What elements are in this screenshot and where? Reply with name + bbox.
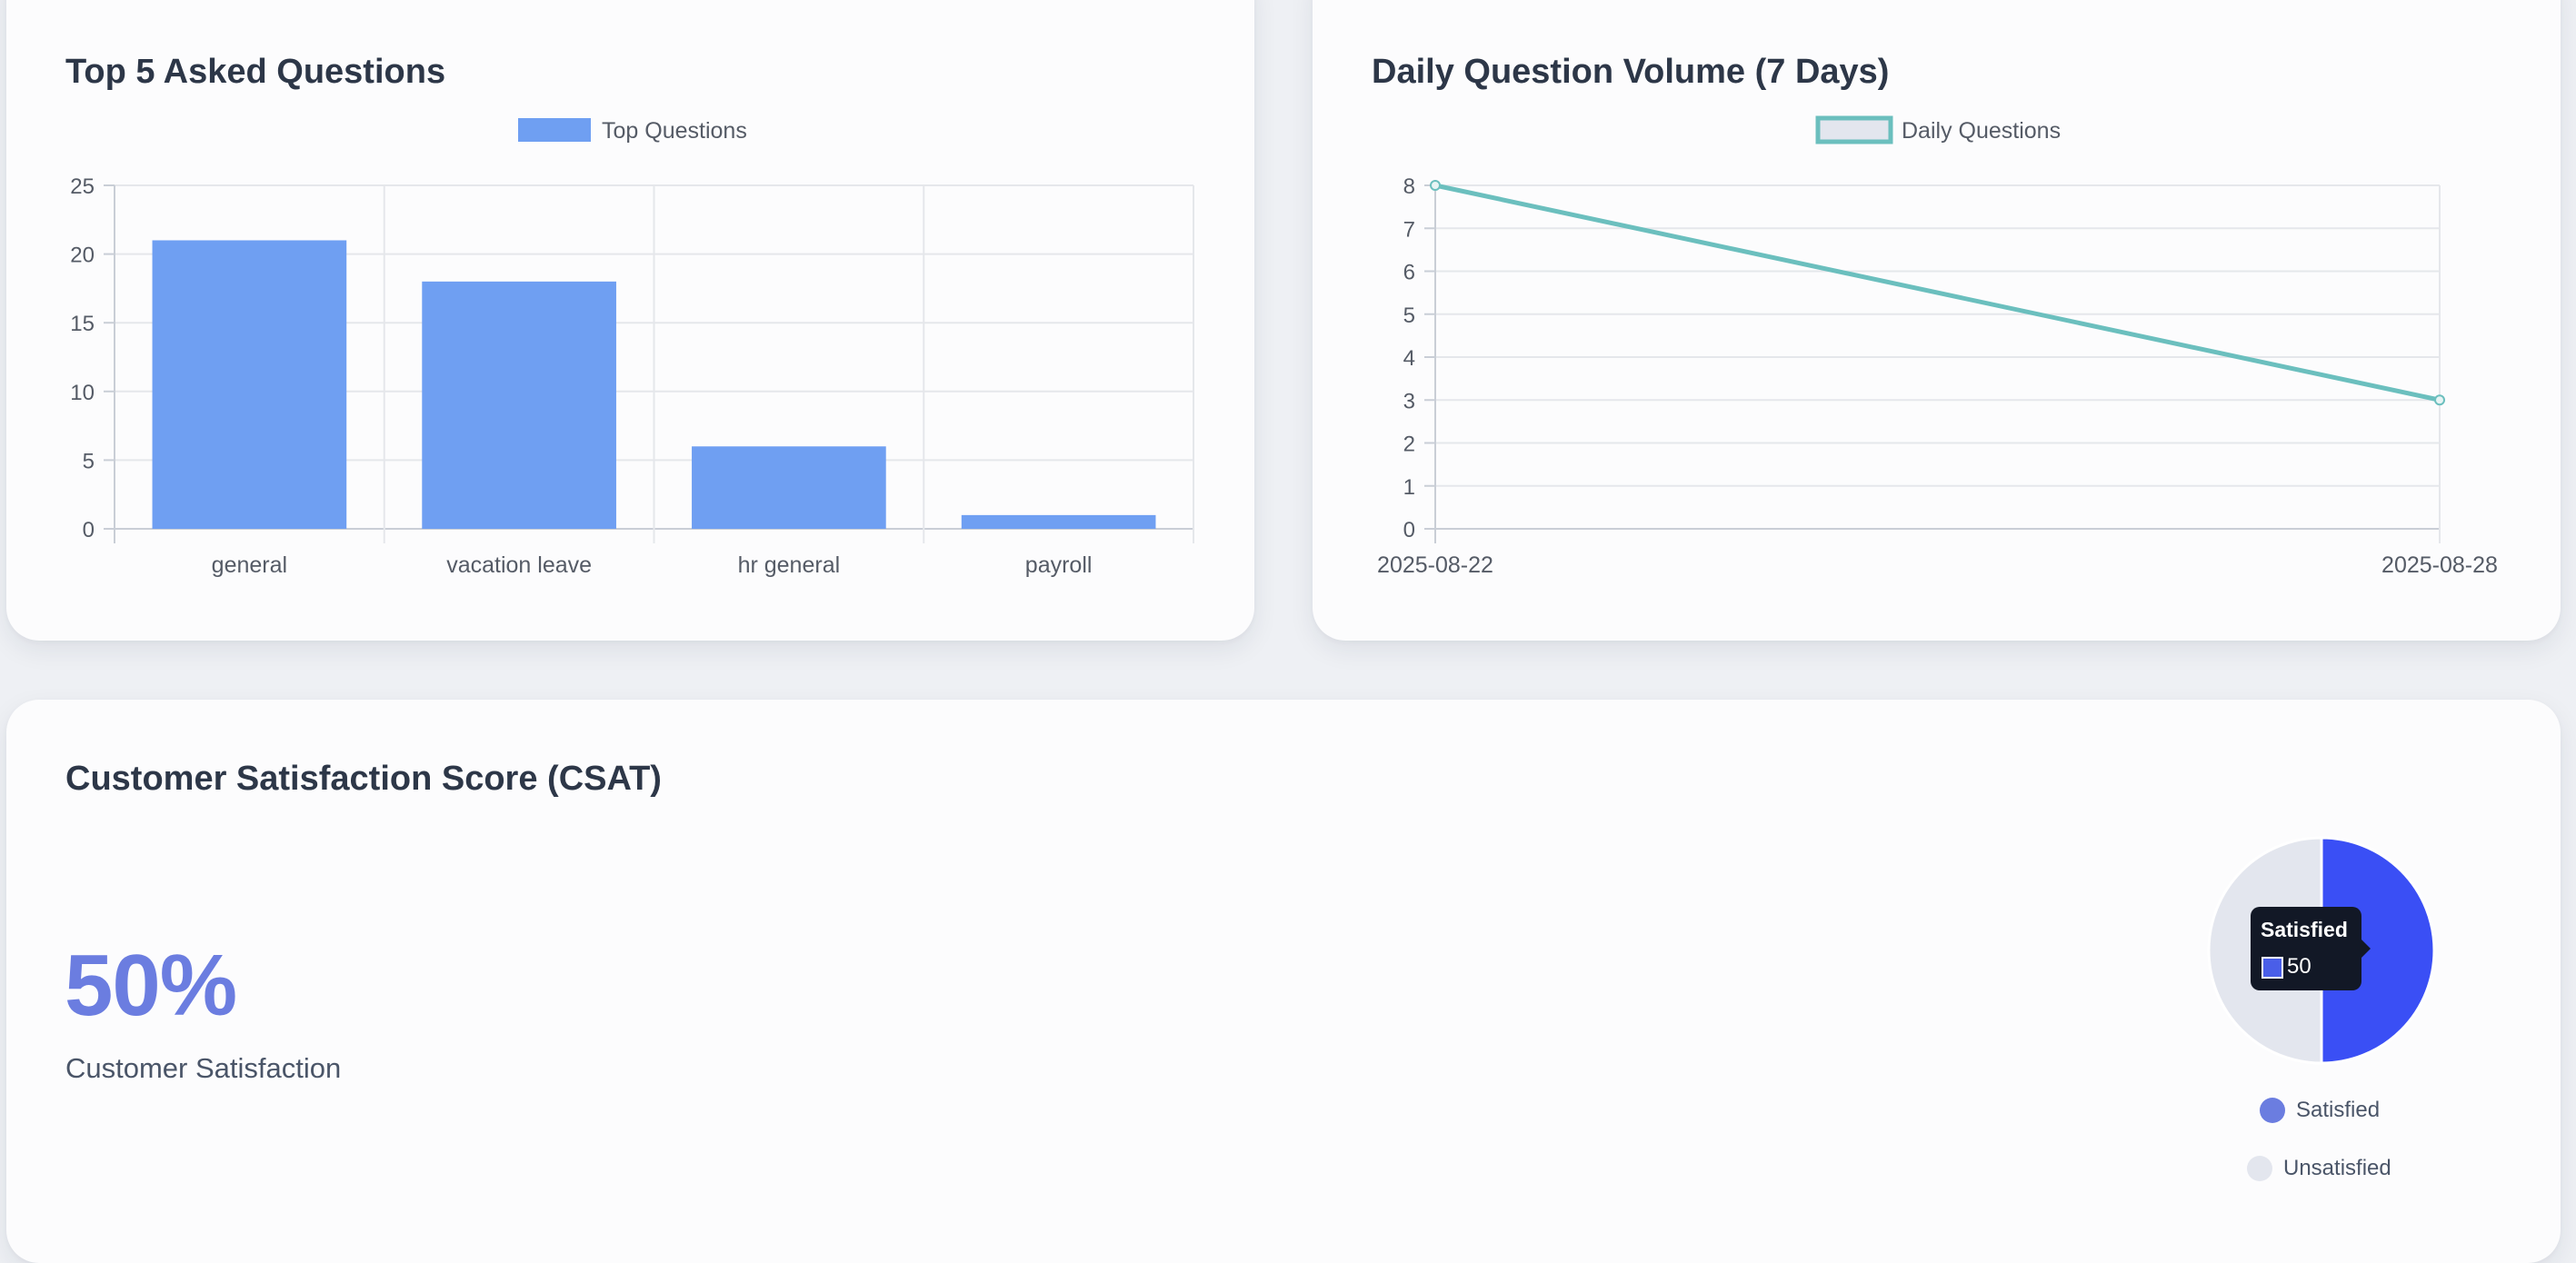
daily-volume-line-chart[interactable]: 0123456782025-08-22 2025-08-28Daily Quest…: [1313, 0, 2561, 641]
legend-swatch: [1815, 115, 1893, 144]
y-tick-label: 1: [1403, 475, 1415, 500]
csat-card: Customer Satisfaction Score (CSAT) 50% C…: [6, 700, 2561, 1263]
legend-swatch: [518, 118, 591, 142]
y-tick-label: 2: [1403, 433, 1415, 457]
tooltip-value: 50: [2287, 954, 2311, 979]
y-tick-label: 5: [1403, 303, 1415, 328]
y-tick-label: 15: [70, 312, 95, 336]
y-tick-label: 10: [70, 381, 95, 405]
x-tick-label: vacation leave: [446, 552, 592, 578]
y-tick-label: 4: [1403, 346, 1415, 371]
bar[interactable]: [422, 281, 616, 529]
data-point[interactable]: [2434, 394, 2445, 406]
bar[interactable]: [961, 514, 1156, 529]
y-tick-label: 3: [1403, 389, 1415, 413]
top-questions-card: Top 5 Asked Questions 0 5 10 15 20 25 general v…: [6, 0, 1254, 641]
x-tick-label: hr general: [738, 552, 841, 578]
legend-label-unsatisfied: Unsatisfied: [2283, 1156, 2391, 1180]
data-point[interactable]: [1430, 180, 1441, 191]
y-tick-label: 20: [70, 244, 95, 268]
legend-label: Top Questions: [602, 118, 747, 144]
y-tick-label: 25: [70, 174, 95, 199]
pie-legend-unsatisfied[interactable]: Unsatisfied: [2247, 1156, 2391, 1181]
bar[interactable]: [152, 240, 347, 529]
x-tick-label: 2025-08-28: [2381, 552, 2498, 578]
tooltip-title: Satisfied: [2261, 918, 2348, 941]
top-questions-bar-chart[interactable]: 0 5 10 15 20 25 general vacation leave hr genera…: [6, 0, 1254, 641]
pie-tooltip: Satisfied 50: [2251, 907, 2371, 990]
csat-title: Customer Satisfaction Score (CSAT): [65, 760, 662, 798]
legend-label: Daily Questions: [1902, 118, 2061, 144]
y-tick-label: 7: [1403, 217, 1415, 242]
daily-volume-card: Daily Question Volume (7 Days) 012345678…: [1313, 0, 2561, 641]
pie-legend-satisfied[interactable]: Satisfied: [2260, 1098, 2380, 1123]
y-tick-label: 5: [83, 449, 95, 473]
x-tick-label: payroll: [1025, 552, 1093, 578]
bar[interactable]: [692, 446, 886, 529]
legend-swatch-unsatisfied: [2247, 1156, 2272, 1181]
tooltip-swatch: [2261, 957, 2283, 979]
legend-label-satisfied: Satisfied: [2296, 1098, 2381, 1122]
series-line[interactable]: [1434, 183, 2441, 403]
chart-legend[interactable]: Daily Questions: [1815, 115, 2061, 144]
y-tick-label: 6: [1403, 261, 1415, 285]
chart-legend[interactable]: Top Questions: [518, 118, 747, 144]
y-tick-label: 8: [1403, 174, 1415, 199]
csat-score: 50%: [65, 937, 237, 1034]
csat-caption: Customer Satisfaction: [65, 1052, 342, 1084]
y-tick-label: 0: [83, 518, 95, 542]
y-tick-label: 0: [1403, 518, 1415, 542]
x-tick-label: 2025-08-22: [1377, 552, 1493, 578]
x-tick-label: general: [212, 552, 287, 578]
legend-swatch-satisfied: [2260, 1098, 2285, 1123]
